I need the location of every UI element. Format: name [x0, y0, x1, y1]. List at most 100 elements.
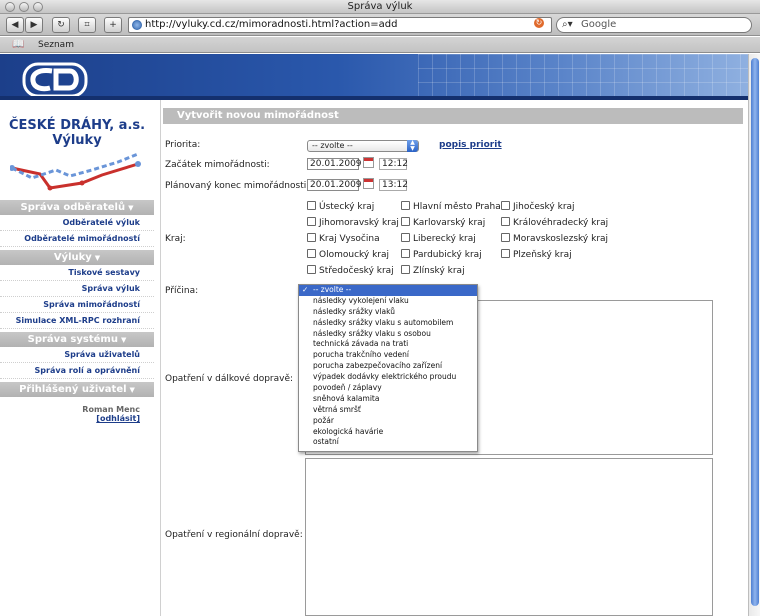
cause-option[interactable]: následky vykolejení vlaku [299, 296, 477, 307]
sidebar-item-manage-users[interactable]: Správa uživatelů [0, 347, 154, 363]
cause-option[interactable]: ostatní [299, 437, 477, 448]
checkbox-icon[interactable] [501, 217, 510, 226]
start-date-field[interactable]: 20.01.2009 [307, 158, 362, 170]
sidebar-item-print-reports[interactable]: Tiskové sestavy [0, 265, 154, 281]
long-distance-label: Opatření v dálkové dopravě: [165, 374, 294, 384]
region-checkbox[interactable]: Ústecký kraj [307, 201, 374, 212]
rss-icon[interactable]: ↻ [534, 18, 544, 28]
region-name: Hlavní město Praha [413, 202, 501, 212]
region-checkbox[interactable]: Středočeský kraj [307, 265, 394, 276]
checkbox-icon[interactable] [307, 201, 316, 210]
cause-option-label: povodeň / záplavy [313, 383, 382, 393]
region-checkbox[interactable]: Pardubický kraj [401, 249, 482, 260]
cause-option[interactable]: povodeň / záplavy [299, 383, 477, 394]
cause-option[interactable]: sněhová kalamita [299, 394, 477, 405]
section-system[interactable]: Správa systému ▼ [0, 332, 154, 347]
window-title: Správa výluk [347, 1, 413, 12]
region-checkbox[interactable]: Hlavní město Praha [401, 201, 501, 212]
region-checkbox[interactable]: Zlínský kraj [401, 265, 465, 276]
end-time-field[interactable]: 13:12 [379, 179, 408, 191]
cause-option[interactable]: větrná smršť [299, 405, 477, 416]
region-checkbox[interactable]: Kraj Vysočina [307, 233, 380, 244]
regional-measures-textarea[interactable] [305, 458, 713, 616]
cause-option[interactable]: požár [299, 416, 477, 427]
region-checkbox[interactable]: Královéhradecký kraj [501, 217, 608, 228]
region-name: Ústecký kraj [319, 202, 375, 212]
region-checkbox[interactable]: Jihočeský kraj [501, 201, 575, 212]
address-bar[interactable]: http://vyluky.cd.cz/mimoradnosti.html?ac… [128, 17, 552, 33]
checkbox-icon[interactable] [307, 249, 316, 258]
railway-map-graphic [10, 152, 141, 191]
section-outages[interactable]: Výluky ▼ [0, 250, 154, 265]
cause-option[interactable]: technická závada na trati [299, 339, 477, 350]
scrollbar-thumb[interactable] [751, 58, 759, 606]
checkbox-icon[interactable] [501, 233, 510, 242]
section-logged-user[interactable]: Přihlášený uživatel ▼ [0, 382, 154, 397]
sidebar-item-outage-subscribers[interactable]: Odběratelé výluk [0, 215, 154, 231]
region-name: Plzeňský kraj [513, 250, 572, 260]
checkbox-icon[interactable] [401, 217, 410, 226]
snapback-icon: ⌗ [84, 20, 90, 30]
cause-option[interactable]: následky srážky vlaku s osobou [299, 329, 477, 340]
address-text: http://vyluky.cd.cz/mimoradnosti.html?ac… [145, 19, 398, 30]
checkbox-icon[interactable] [307, 265, 316, 274]
sidebar-item-xmlrpc-simulation[interactable]: Simulace XML-RPC rozhraní [0, 313, 154, 329]
priority-description-link[interactable]: popis priorit [439, 140, 502, 150]
cause-option[interactable]: výpadek dodávky elektrického proudu [299, 372, 477, 383]
region-checkbox[interactable]: Karlovarský kraj [401, 217, 485, 228]
region-checkbox[interactable]: Plzeňský kraj [501, 249, 572, 260]
calendar-icon[interactable] [363, 178, 374, 189]
region-name: Moravskoslezský kraj [513, 234, 609, 244]
cause-option-label: technická závada na trati [313, 339, 409, 349]
search-input[interactable]: ⌕▾ Google [556, 17, 752, 33]
checkbox-icon[interactable] [401, 201, 410, 210]
calendar-icon[interactable] [363, 157, 374, 168]
section-subscribers[interactable]: Správa odběratelů ▼ [0, 200, 154, 215]
book-icon[interactable]: 📖 [12, 39, 24, 50]
zoom-window-button[interactable] [33, 2, 43, 12]
cause-option[interactable]: následky srážky vlaku s automobilem [299, 318, 477, 329]
section-title: Správa odběratelů [20, 202, 126, 213]
logout-link[interactable]: [odhlásit] [0, 414, 140, 423]
search-icon: ⌕▾ [562, 19, 573, 30]
checkbox-icon[interactable] [501, 249, 510, 258]
start-time-field[interactable]: 12:12 [379, 158, 408, 170]
checkbox-icon[interactable] [307, 217, 316, 226]
end-date-field[interactable]: 20.01.2009 [307, 179, 362, 191]
cause-dropdown-list[interactable]: ✓ -- zvolte -- následky vykolejení vlaku ná… [298, 284, 478, 452]
sidebar-item-manage-roles[interactable]: Správa rolí a oprávnění [0, 363, 154, 379]
cause-option[interactable]: ✓ -- zvolte -- [299, 285, 477, 296]
cause-option[interactable]: ekologická havárie [299, 427, 477, 438]
checkbox-icon[interactable] [501, 201, 510, 210]
cause-option[interactable]: následky srážky vlaků [299, 307, 477, 318]
vertical-scrollbar[interactable] [748, 54, 760, 616]
region-checkbox[interactable]: Liberecký kraj [401, 233, 476, 244]
select-arrows-icon: ▲ ▼ [407, 140, 418, 152]
sidebar-item-manage-incidents[interactable]: Správa mimořádností [0, 297, 154, 313]
cause-option-label: výpadek dodávky elektrického proudu [313, 372, 457, 382]
cause-option-label: následky srážky vlaku s osobou [313, 328, 431, 338]
region-checkbox[interactable]: Olomoucký kraj [307, 249, 389, 260]
section-title: Výluky [53, 252, 92, 263]
priority-select[interactable]: -- zvolte -- ▲ ▼ [307, 140, 419, 152]
section-title: Správa systému [27, 334, 118, 345]
sidebar-item-incident-subscribers[interactable]: Odběratelé mimořádností [0, 231, 154, 247]
back-button[interactable]: ◀ [6, 17, 24, 33]
sidebar-item-manage-outages[interactable]: Správa výluk [0, 281, 154, 297]
checkbox-icon[interactable] [401, 233, 410, 242]
checkbox-icon[interactable] [401, 265, 410, 274]
snapback-button[interactable]: ⌗ [78, 17, 96, 33]
reload-button[interactable]: ↻ [52, 17, 70, 33]
close-window-button[interactable] [5, 2, 15, 12]
forward-button[interactable]: ▶ [25, 17, 43, 33]
checkbox-icon[interactable] [401, 249, 410, 258]
checkbox-icon[interactable] [307, 233, 316, 242]
region-name: Jihomoravský kraj [319, 218, 399, 228]
minimize-window-button[interactable] [19, 2, 29, 12]
region-checkbox[interactable]: Moravskoslezský kraj [501, 233, 608, 244]
cause-option[interactable]: porucha zabezpečovacího zařízení [299, 361, 477, 372]
cause-option[interactable]: porucha trakčního vedení [299, 350, 477, 361]
region-checkbox[interactable]: Jihomoravský kraj [307, 217, 399, 228]
bookmark-link[interactable]: Seznam [38, 40, 74, 50]
add-bookmark-button[interactable]: + [104, 17, 122, 33]
